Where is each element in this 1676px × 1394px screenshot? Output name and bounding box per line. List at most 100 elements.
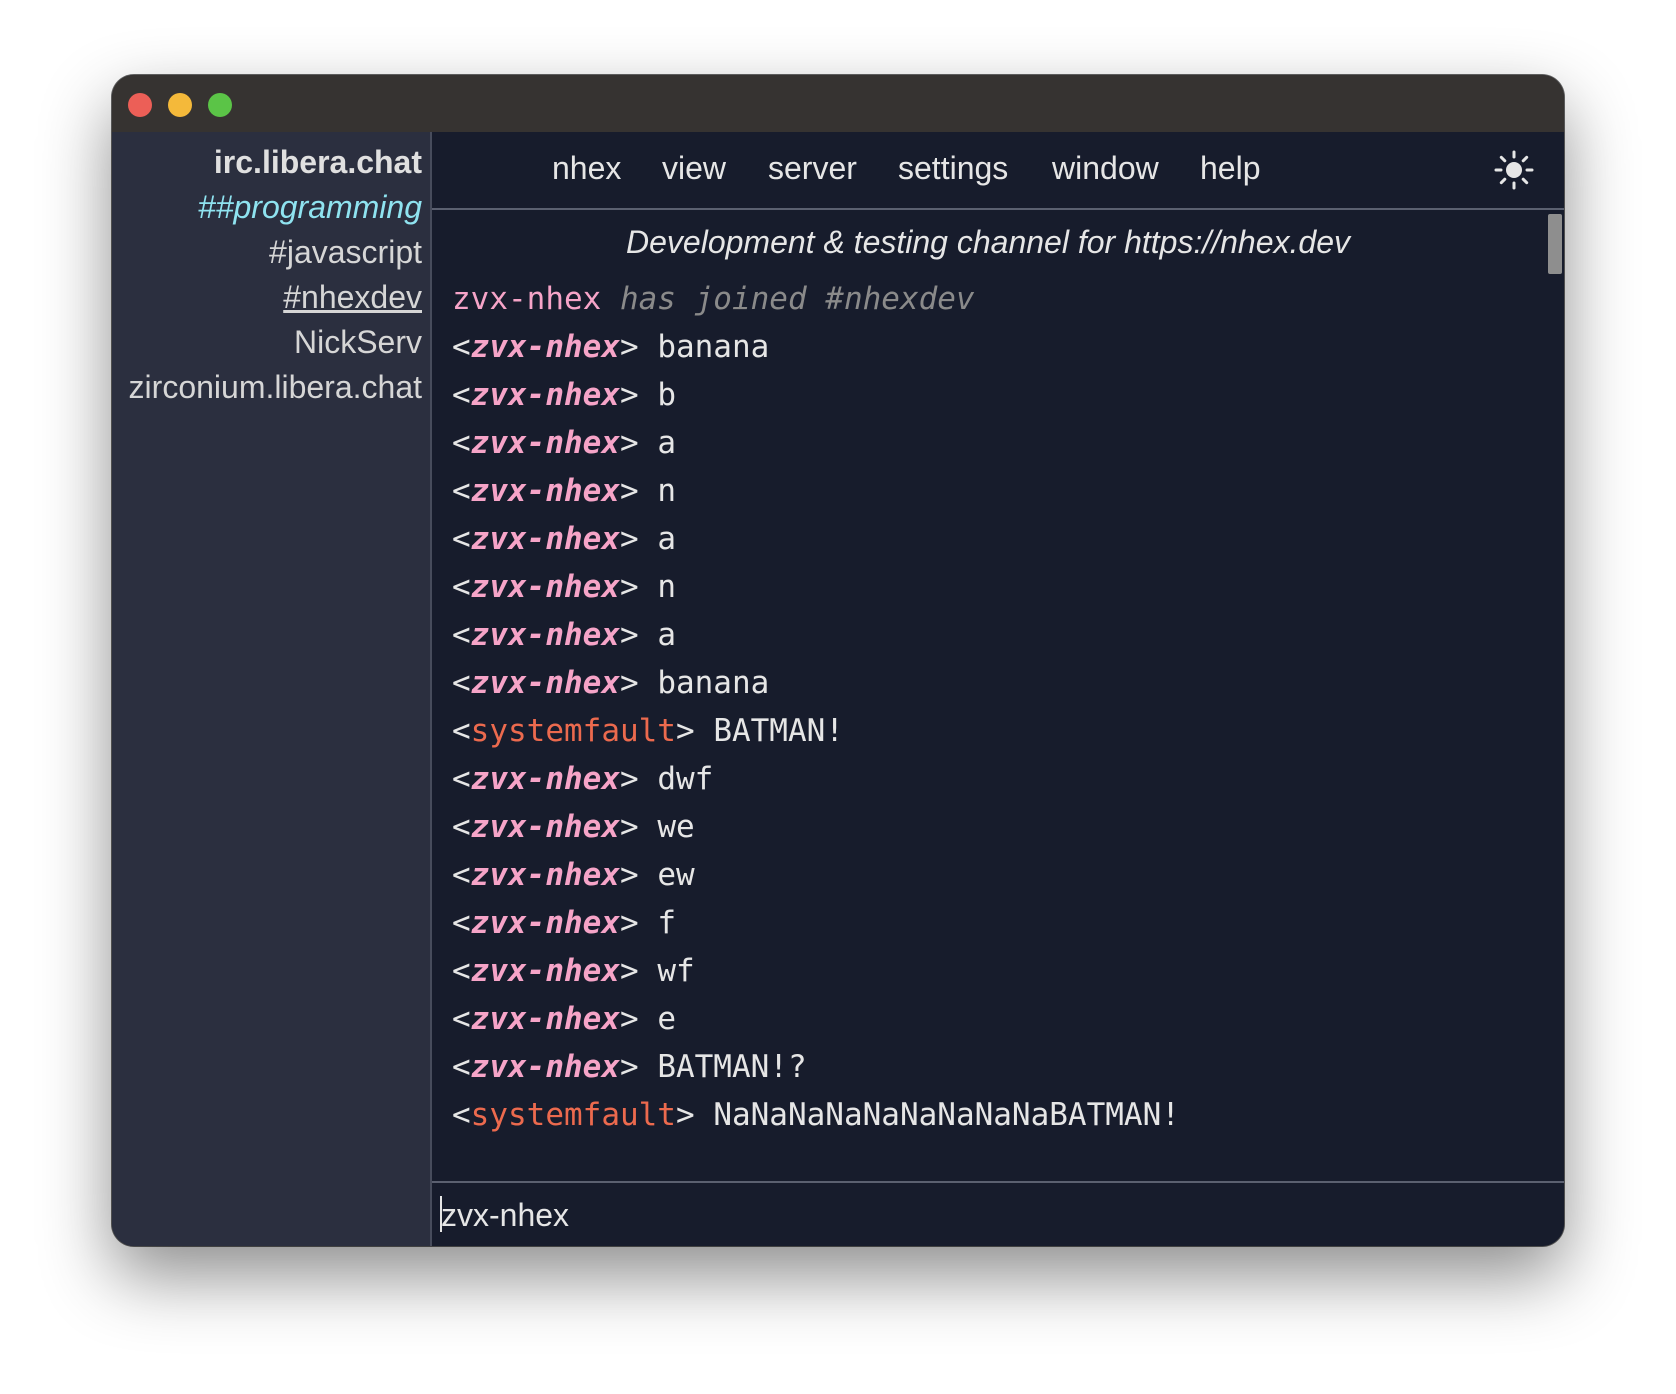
minimize-window-button[interactable] — [168, 93, 192, 117]
nick-bracket-close: > — [619, 329, 658, 365]
nick-bracket-close: > — [619, 1001, 658, 1037]
message-row: <zvx-nhex> n — [452, 563, 1532, 611]
channel-topic: Development & testing channel for https:… — [626, 224, 1350, 260]
message-row: <systemfault> NaNaNaNaNaNaNaNaNaBATMAN! — [452, 1091, 1532, 1139]
message-nick[interactable]: zvx-nhex — [471, 617, 620, 653]
message-nick[interactable]: zvx-nhex — [471, 905, 620, 941]
message-text: BATMAN! — [713, 713, 844, 749]
menu-view[interactable]: view — [662, 148, 726, 188]
nick-bracket-open: < — [452, 761, 471, 797]
title-bar[interactable] — [112, 75, 1564, 132]
menu-nhex[interactable]: nhex — [552, 148, 621, 188]
nick-bracket-open: < — [452, 1049, 471, 1085]
message-text: a — [657, 617, 676, 653]
zoom-window-button[interactable] — [208, 93, 232, 117]
close-window-button[interactable] — [128, 93, 152, 117]
message-row: <zvx-nhex> dwf — [452, 755, 1532, 803]
nick-bracket-open: < — [452, 1001, 471, 1037]
theme-toggle-button[interactable] — [1494, 150, 1534, 190]
nick-bracket-open: < — [452, 569, 471, 605]
message-text: NaNaNaNaNaNaNaNaNaBATMAN! — [713, 1097, 1180, 1133]
nick-bracket-close: > — [619, 809, 658, 845]
message-nick[interactable]: systemfault — [471, 713, 676, 749]
nick-bracket-open: < — [452, 377, 471, 413]
message-row: <zvx-nhex> n — [452, 467, 1532, 515]
message-text: wf — [657, 953, 695, 989]
message-nick[interactable]: zvx-nhex — [471, 1049, 620, 1085]
message-text: b — [657, 377, 676, 413]
menu-settings[interactable]: settings — [898, 148, 1008, 188]
nick-bracket-open: < — [452, 1097, 471, 1133]
nick-bracket-open: < — [452, 857, 471, 893]
scrollbar-thumb[interactable] — [1548, 214, 1562, 274]
nick-bracket-close: > — [619, 857, 658, 893]
message-row: <zvx-nhex> banana — [452, 323, 1532, 371]
message-text: a — [657, 521, 676, 557]
sidebar-item-nhexdev[interactable]: #nhexdev — [283, 277, 422, 317]
message-row: <zvx-nhex> wf — [452, 947, 1532, 995]
message-input[interactable]: zvx-nhex — [440, 1193, 1540, 1237]
message-row: <zvx-nhex> a — [452, 515, 1532, 563]
nick-bracket-open: < — [452, 329, 471, 365]
message-nick[interactable]: zvx-nhex — [471, 329, 620, 365]
message-nick[interactable]: zvx-nhex — [471, 473, 620, 509]
nick-bracket-open: < — [452, 617, 471, 653]
message-row: <zvx-nhex> ew — [452, 851, 1532, 899]
message-text: a — [657, 425, 676, 461]
input-bar: zvx-nhex — [432, 1181, 1564, 1246]
sidebar-item-javascript[interactable]: #javascript — [269, 232, 422, 272]
message-nick[interactable]: systemfault — [471, 1097, 676, 1133]
nick-bracket-open: < — [452, 425, 471, 461]
message-nick[interactable]: zvx-nhex — [471, 809, 620, 845]
nick-bracket-close: > — [619, 953, 658, 989]
nick-bracket-open: < — [452, 905, 471, 941]
sidebar-item-server[interactable]: irc.libera.chat — [214, 142, 422, 182]
message-nick[interactable]: zvx-nhex — [471, 521, 620, 557]
join-event: zvx-nhex has joined #nhexdev — [452, 275, 1532, 323]
message-nick[interactable]: zvx-nhex — [471, 569, 620, 605]
nick-bracket-close: > — [675, 1097, 714, 1133]
nick-bracket-open: < — [452, 473, 471, 509]
nick-bracket-open: < — [452, 713, 471, 749]
message-nick[interactable]: zvx-nhex — [471, 857, 620, 893]
join-nick[interactable]: zvx-nhex — [452, 281, 601, 317]
nick-bracket-close: > — [619, 425, 658, 461]
message-list: zvx-nhex has joined #nhexdev <zvx-nhex> … — [452, 275, 1532, 1139]
nick-bracket-close: > — [619, 1049, 658, 1085]
message-nick[interactable]: zvx-nhex — [471, 1001, 620, 1037]
message-nick[interactable]: zvx-nhex — [471, 377, 620, 413]
message-nick[interactable]: zvx-nhex — [471, 665, 620, 701]
sidebar-item-zirconium[interactable]: zirconium.libera.chat — [129, 367, 422, 407]
nick-bracket-open: < — [452, 953, 471, 989]
menu-server[interactable]: server — [768, 148, 857, 188]
nick-bracket-close: > — [675, 713, 714, 749]
nick-bracket-close: > — [619, 761, 658, 797]
nick-bracket-close: > — [619, 617, 658, 653]
sidebar-item-programming[interactable]: ##programming — [198, 187, 422, 227]
sidebar-item-nickserv[interactable]: NickServ — [294, 322, 422, 362]
message-nick[interactable]: zvx-nhex — [471, 425, 620, 461]
menu-window[interactable]: window — [1052, 148, 1159, 188]
nick-bracket-close: > — [619, 521, 658, 557]
nick-bracket-close: > — [619, 905, 658, 941]
message-row: <zvx-nhex> f — [452, 899, 1532, 947]
message-input-value: zvx-nhex — [441, 1197, 570, 1233]
message-text: n — [657, 569, 676, 605]
menu-help[interactable]: help — [1200, 148, 1261, 188]
nick-bracket-close: > — [619, 377, 658, 413]
message-row: <zvx-nhex> e — [452, 995, 1532, 1043]
nick-bracket-close: > — [619, 569, 658, 605]
message-text: n — [657, 473, 676, 509]
message-text: e — [657, 1001, 676, 1037]
message-nick[interactable]: zvx-nhex — [471, 953, 620, 989]
nick-bracket-open: < — [452, 521, 471, 557]
message-row: <systemfault> BATMAN! — [452, 707, 1532, 755]
message-text: BATMAN!? — [657, 1049, 807, 1085]
message-nick[interactable]: zvx-nhex — [471, 761, 620, 797]
message-row: <zvx-nhex> b — [452, 371, 1532, 419]
message-row: <zvx-nhex> a — [452, 611, 1532, 659]
sidebar: irc.libera.chat ##programming #javascrip… — [112, 132, 432, 1246]
message-text: we — [657, 809, 695, 845]
nick-bracket-close: > — [619, 665, 658, 701]
message-text: banana — [657, 329, 770, 365]
